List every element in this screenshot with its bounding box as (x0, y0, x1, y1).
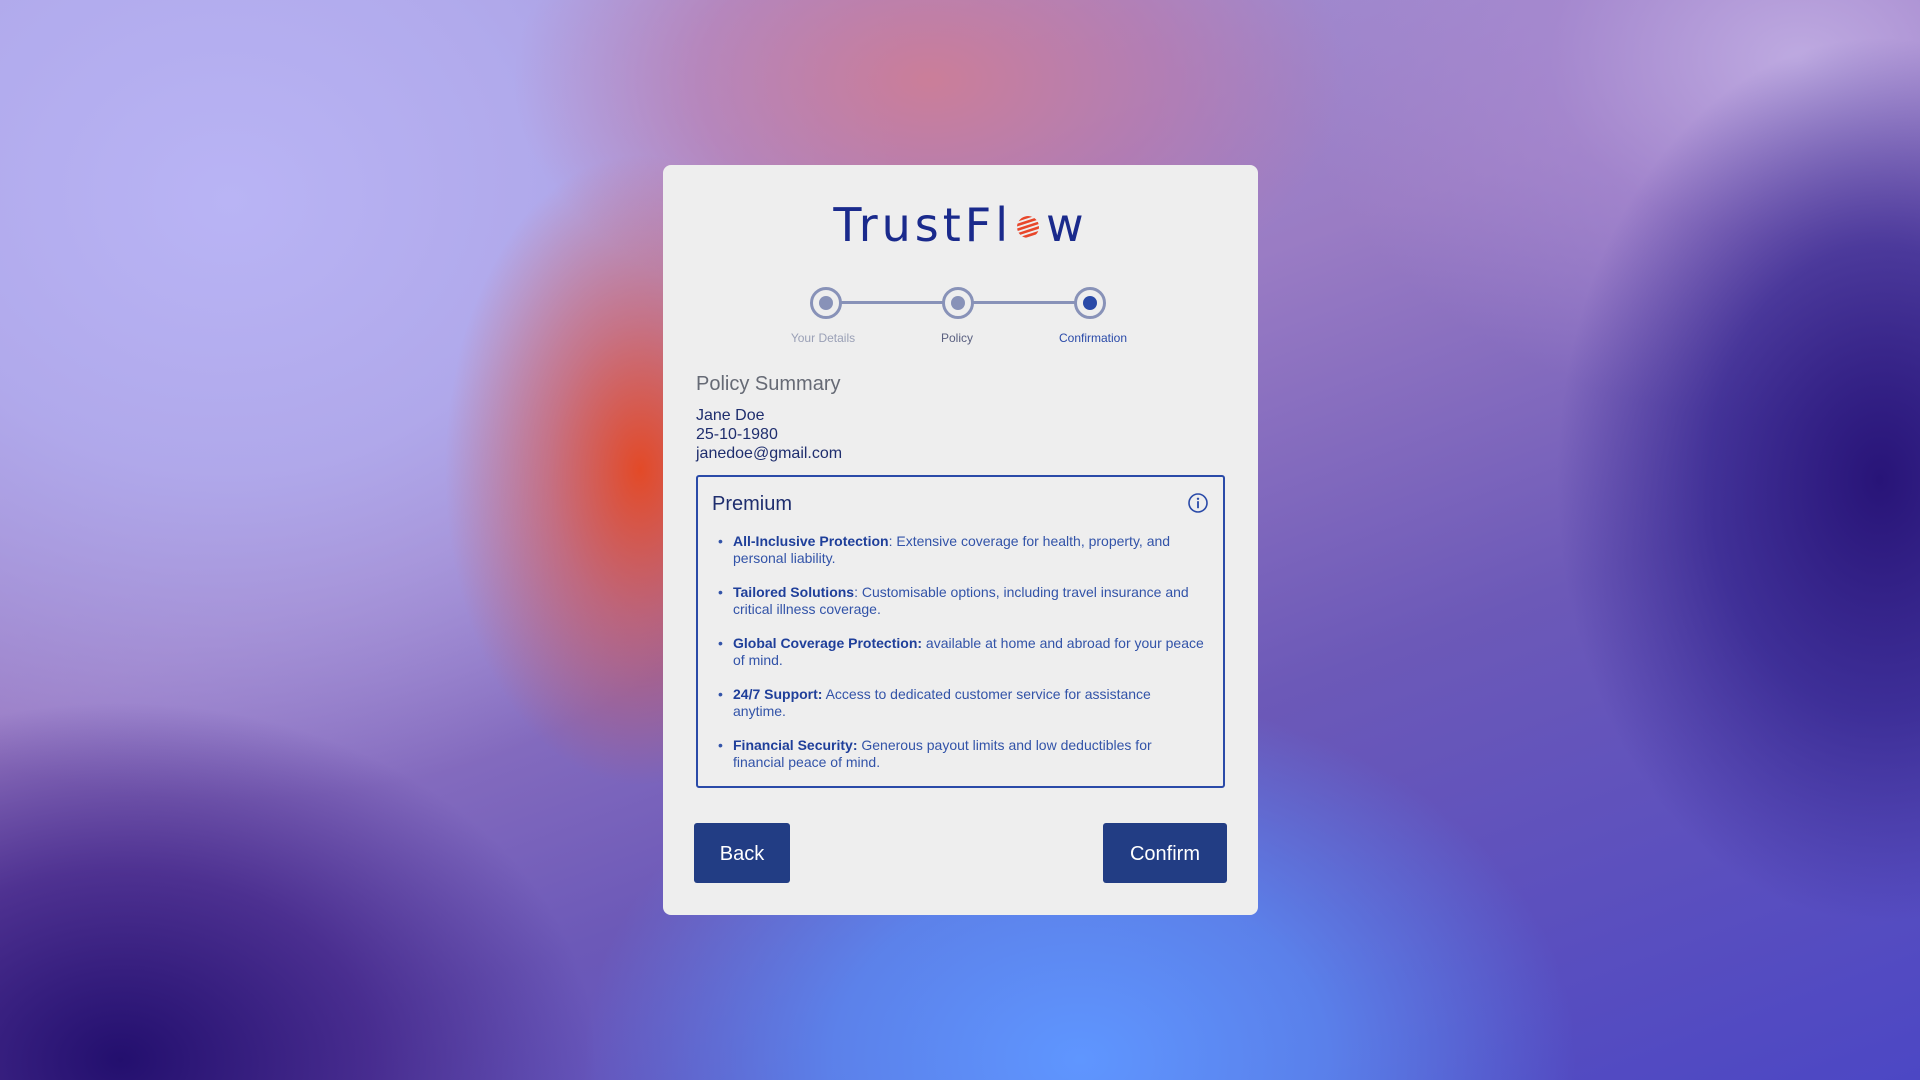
feature-title: 24/7 Support: (733, 686, 823, 702)
customer-email: janedoe@gmail.com (696, 445, 843, 462)
step-dot-policy[interactable] (942, 287, 974, 319)
progress-stepper: Your Details Policy Confirmation (663, 275, 1258, 345)
policy-summary-card: TrustFl w Your Details Policy Confirmati… (663, 165, 1258, 915)
step-connector (839, 301, 943, 304)
info-icon[interactable] (1187, 492, 1209, 514)
logo-text-right: w (1046, 197, 1088, 252)
list-item: • Tailored Solutions: Customisable option… (718, 584, 1189, 617)
trustflow-logo: TrustFl w (663, 193, 1258, 252)
step-dot-confirmation (1074, 287, 1106, 319)
confirm-button[interactable]: Confirm (1103, 823, 1227, 883)
list-item: • All-Inclusive Protection: Extensive cov… (718, 533, 1171, 566)
feature-title: Financial Security: (733, 737, 858, 753)
back-button[interactable]: Back (694, 823, 790, 883)
feature-title: Tailored Solutions (733, 584, 855, 600)
customer-dob: 25-10-1980 (696, 426, 778, 443)
policy-summary-title: Policy Summary (696, 373, 841, 395)
premium-title: Premium (712, 493, 793, 515)
striped-sun-logo-icon (1017, 215, 1040, 238)
premium-panel: Premium • All-Inclusive Protection: Exten… (696, 475, 1225, 788)
logo-text-left: TrustFl (833, 197, 1013, 252)
feature-title: All-Inclusive Protection (733, 533, 889, 549)
step-label-policy: Policy (940, 331, 973, 345)
customer-name: Jane Doe (696, 407, 765, 424)
step-dot-your-details[interactable] (810, 287, 842, 319)
list-item: • Global Coverage Protection: available a… (718, 635, 1204, 668)
step-connector (971, 301, 1075, 304)
list-item: • 24/7 Support: Access to dedicated custo… (718, 686, 1151, 719)
feature-list: • All-Inclusive Protection: Extensive cov… (712, 533, 1205, 788)
step-label-confirmation: Confirmation (1058, 331, 1128, 345)
list-item: • Financial Security: Generous payout lim… (718, 737, 1152, 770)
step-label-your-details: Your Details (790, 331, 856, 345)
feature-title: Global Coverage Protection: (733, 635, 923, 651)
